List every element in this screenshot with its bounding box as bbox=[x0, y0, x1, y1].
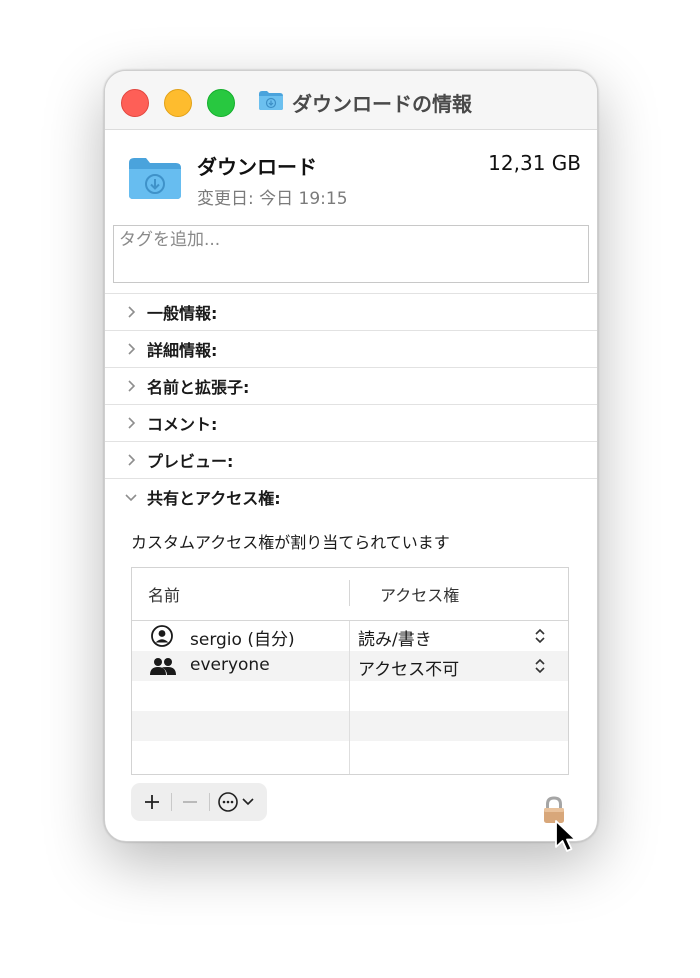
section-comments[interactable]: コメント: bbox=[105, 404, 597, 440]
mouse-cursor-icon bbox=[554, 819, 580, 859]
get-info-window: ダウンロードの情報 ダウンロード 12,31 GB 変更日: 今日 19:15 … bbox=[104, 70, 598, 842]
action-menu-button[interactable] bbox=[214, 783, 262, 821]
section-label: 名前と拡張子: bbox=[147, 377, 250, 397]
info-header: ダウンロード 12,31 GB 変更日: 今日 19:15 bbox=[105, 129, 597, 219]
section-label: プレビュー: bbox=[147, 451, 234, 471]
privilege-value[interactable]: アクセス不可 bbox=[358, 655, 459, 680]
permissions-note: カスタムアクセス権が割り当てられています bbox=[131, 533, 450, 552]
group-icon bbox=[149, 655, 176, 677]
user-name: everyone bbox=[190, 655, 270, 675]
table-row-empty bbox=[132, 741, 568, 771]
column-header-name[interactable]: 名前 bbox=[148, 568, 180, 620]
folder-icon bbox=[127, 155, 183, 205]
tags-input[interactable] bbox=[114, 226, 597, 254]
chevron-right-icon bbox=[123, 341, 139, 357]
window-title: ダウンロードの情報 bbox=[292, 91, 472, 116]
add-button[interactable] bbox=[137, 783, 167, 821]
column-header-access[interactable]: アクセス権 bbox=[380, 568, 459, 620]
chevron-down-icon bbox=[123, 489, 139, 505]
section-label: コメント: bbox=[147, 414, 218, 434]
chevron-right-icon bbox=[123, 415, 139, 431]
section-label: 詳細情報: bbox=[147, 340, 218, 360]
table-row[interactable]: everyone アクセス不可 bbox=[132, 651, 568, 681]
section-name-extension[interactable]: 名前と拡張子: bbox=[105, 367, 597, 403]
table-row-empty bbox=[132, 711, 568, 741]
minimize-button[interactable] bbox=[164, 89, 192, 117]
table-row[interactable]: sergio (自分) 読み/書き bbox=[132, 621, 568, 651]
section-more-info[interactable]: 詳細情報: bbox=[105, 330, 597, 366]
section-label: 一般情報: bbox=[147, 303, 218, 323]
close-button[interactable] bbox=[121, 89, 149, 117]
chevron-right-icon bbox=[123, 452, 139, 468]
privilege-value[interactable]: 読み/書き bbox=[358, 625, 432, 650]
section-sharing-permissions[interactable]: 共有とアクセス権: bbox=[105, 478, 597, 514]
table-row-empty bbox=[132, 681, 568, 711]
downloads-folder-icon bbox=[258, 89, 284, 115]
item-name: ダウンロード bbox=[197, 155, 317, 179]
title-bar[interactable]: ダウンロードの情報 bbox=[105, 71, 597, 130]
chevron-right-icon bbox=[123, 304, 139, 320]
modified-date: 変更日: 今日 19:15 bbox=[197, 189, 348, 209]
minus-icon bbox=[183, 801, 197, 803]
column-divider bbox=[349, 580, 350, 606]
up-down-arrows-icon[interactable] bbox=[534, 658, 546, 674]
plus-icon bbox=[145, 795, 159, 809]
section-preview[interactable]: プレビュー: bbox=[105, 441, 597, 477]
item-size: 12,31 GB bbox=[488, 151, 581, 175]
section-label: 共有とアクセス権: bbox=[147, 488, 281, 508]
tags-field-container bbox=[113, 225, 597, 283]
zoom-button[interactable] bbox=[207, 89, 235, 117]
remove-button[interactable] bbox=[175, 783, 205, 821]
user-name: sergio (自分) bbox=[190, 630, 295, 650]
user-icon bbox=[149, 625, 175, 647]
section-general[interactable]: 一般情報: bbox=[105, 293, 597, 329]
chevron-right-icon bbox=[123, 378, 139, 394]
permissions-table: 名前 アクセス権 sergio (自分) 読み/書き everyone アクセス… bbox=[131, 567, 569, 775]
permissions-toolbar bbox=[131, 783, 267, 821]
ellipsis-circle-icon bbox=[218, 792, 254, 812]
up-down-arrows-icon[interactable] bbox=[534, 628, 546, 644]
